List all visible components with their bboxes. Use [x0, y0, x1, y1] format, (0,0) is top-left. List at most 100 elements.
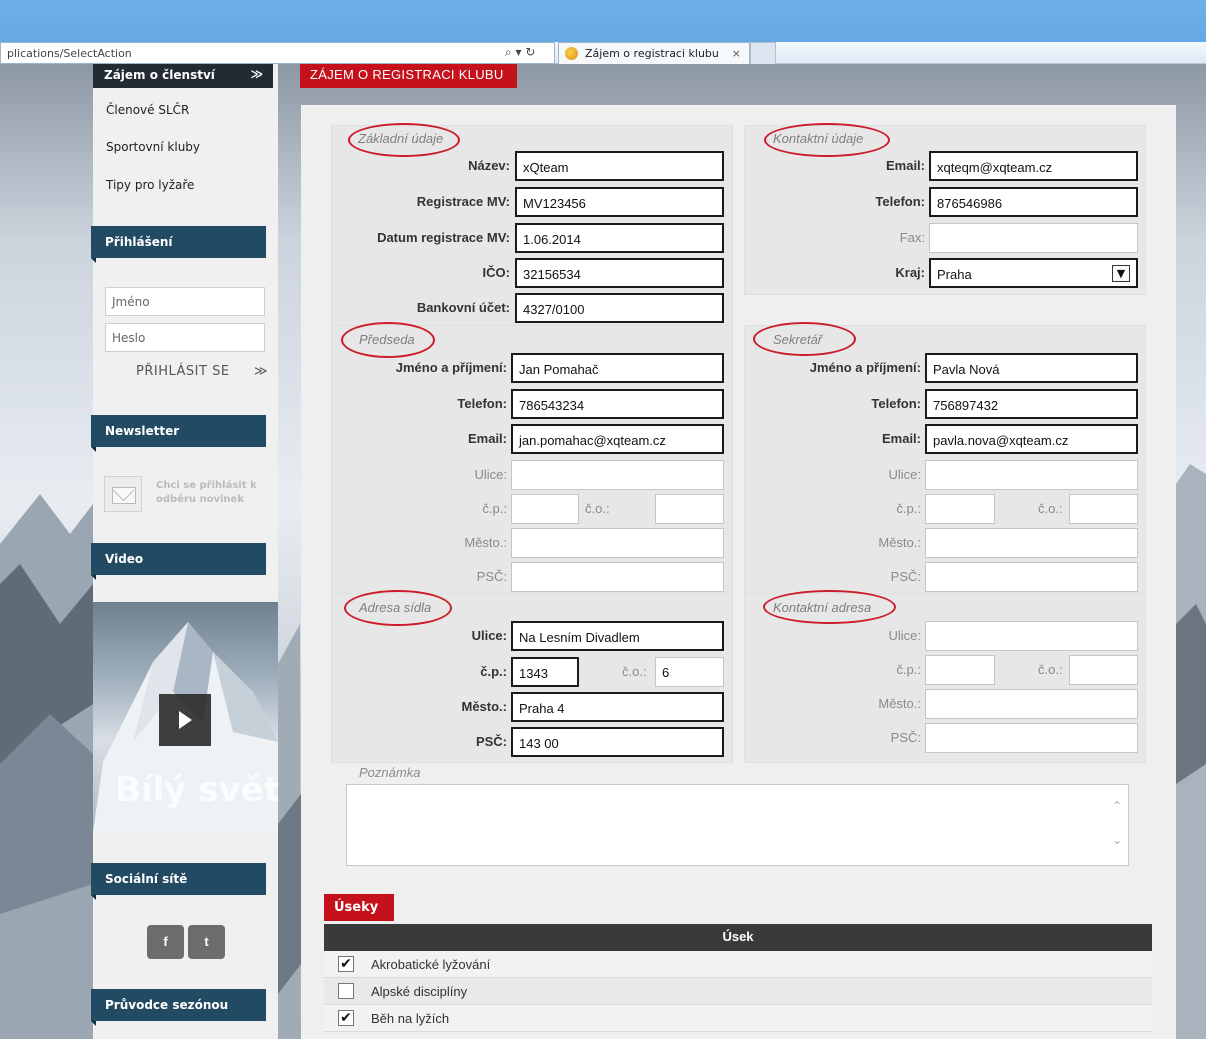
sidebar-link-tips[interactable]: Tipy pro lyžaře [106, 178, 194, 192]
video-heading: Video [91, 543, 266, 580]
table-row[interactable]: ✔ Běh na lyžích [324, 1005, 1152, 1032]
ca-zip-input[interactable] [925, 723, 1138, 753]
section-label: Alpské disciplíny [371, 984, 468, 999]
login-button-label: PŘIHLÁSIT SE [136, 364, 230, 379]
double-chevron-right-icon: ≫ [254, 364, 269, 379]
scroll-up-icon[interactable]: ⌃ [1112, 799, 1122, 813]
section-checkbox[interactable]: ✔ [338, 956, 354, 972]
annotation-ring [763, 590, 896, 624]
login-button[interactable]: PŘIHLÁSIT SE ≫ [136, 364, 268, 379]
envelope-icon [104, 476, 142, 512]
ico-input[interactable]: 32156534 [515, 258, 724, 288]
chairman-city-label: Město.: [464, 535, 507, 550]
secretary-phone-input[interactable]: 756897432 [925, 389, 1138, 419]
hq-street-label: Ulice: [471, 628, 507, 643]
hq-co-input[interactable]: 6 [655, 657, 724, 687]
secretary-zip-input[interactable] [925, 562, 1138, 592]
secretary-co-input[interactable] [1069, 494, 1138, 524]
secretary-cp-label: č.p.: [896, 501, 921, 516]
ie-favicon-icon [565, 47, 578, 60]
close-tab-icon[interactable]: × [732, 47, 741, 60]
chairman-cp-label: č.p.: [482, 501, 507, 516]
ca-street-input[interactable] [925, 621, 1138, 651]
secretary-email-input[interactable]: pavla.nova@xqteam.cz [925, 424, 1138, 454]
section-checkbox[interactable] [338, 983, 354, 999]
fax-label: Fax: [899, 230, 925, 245]
email-label: Email: [885, 158, 925, 173]
hq-city-input[interactable]: Praha 4 [511, 692, 724, 722]
chairman-name-input[interactable]: Jan Pomahač [511, 353, 724, 383]
facebook-icon[interactable]: f [147, 925, 184, 959]
annotation-ring [753, 322, 856, 356]
contact-email-input[interactable]: xqteqm@xqteam.cz [929, 151, 1138, 181]
browser-title-strip [0, 0, 1206, 42]
table-row[interactable]: ✔ Akrobatické lyžování [324, 951, 1152, 978]
hq-cp-label: č.p.: [480, 664, 507, 679]
secretary-co-label: č.o.: [1038, 501, 1063, 516]
ca-city-input[interactable] [925, 689, 1138, 719]
username-input[interactable]: Jméno [105, 287, 265, 316]
chairman-phone-input[interactable]: 786543234 [511, 389, 724, 419]
secretary-cp-input[interactable] [925, 494, 995, 524]
search-refresh-icon[interactable]: ⌕ ▾ ↻ [505, 45, 535, 60]
chairman-cp-input[interactable] [511, 494, 579, 524]
section-label: Akrobatické lyžování [371, 957, 491, 972]
annotation-ring [348, 123, 460, 157]
hq-cp-input[interactable]: 1343 [511, 657, 579, 687]
ca-street-label: Ulice: [888, 628, 921, 643]
bank-account-input[interactable]: 4327/0100 [515, 293, 724, 323]
browser-tab[interactable]: Zájem o registraci klubu × [558, 42, 750, 64]
scroll-down-icon[interactable]: ⌄ [1112, 833, 1122, 847]
chairman-co-input[interactable] [655, 494, 724, 524]
chairman-zip-label: PSČ: [476, 569, 507, 584]
sections-tab[interactable]: Úseky [324, 894, 394, 921]
chairman-email-input[interactable]: jan.pomahac@xqteam.cz [511, 424, 724, 454]
table-row[interactable]: Alpské disciplíny [324, 978, 1152, 1005]
chairman-email-label: Email: [467, 431, 507, 446]
chairman-street-input[interactable] [511, 460, 724, 490]
chairman-zip-input[interactable] [511, 562, 724, 592]
password-input[interactable]: Heslo [105, 323, 265, 352]
hq-zip-input[interactable]: 143 00 [511, 727, 724, 757]
ca-cp-input[interactable] [925, 655, 995, 685]
section-checkbox[interactable]: ✔ [338, 1010, 354, 1026]
newsletter-subscribe[interactable]: Chci se přihlásit k odběru novinek [104, 474, 264, 514]
note-textarea[interactable]: ⌃ ⌄ [346, 784, 1129, 866]
social-heading: Sociální sítě [91, 863, 266, 900]
chevron-down-icon[interactable]: ▼ [1112, 265, 1130, 282]
contact-phone-input[interactable]: 876546986 [929, 187, 1138, 217]
sidebar-heading-membership[interactable]: Zájem o členství ≫ [93, 64, 273, 88]
new-tab-button[interactable] [750, 42, 776, 64]
annotation-ring [341, 322, 435, 358]
secretary-street-input[interactable] [925, 460, 1138, 490]
ca-co-input[interactable] [1069, 655, 1138, 685]
sections-column-header: Úsek [324, 924, 1152, 951]
video-thumbnail[interactable]: Bílý svět [93, 602, 278, 832]
registration-input[interactable]: MV123456 [515, 187, 724, 217]
chairman-city-input[interactable] [511, 528, 724, 558]
region-select[interactable]: Praha ▼ [929, 258, 1138, 288]
hq-zip-label: PSČ: [475, 734, 507, 749]
secretary-name-label: Jméno a příjmení: [809, 360, 921, 375]
play-icon[interactable] [159, 694, 211, 746]
chevron-down-icon[interactable]: ≫ [250, 67, 263, 81]
section-label: Běh na lyžích [371, 1011, 450, 1026]
fax-input[interactable] [929, 223, 1138, 253]
sidebar-link-clubs[interactable]: Sportovní kluby [106, 140, 200, 154]
sidebar-link-members[interactable]: Členové SLČR [106, 103, 189, 117]
chairman-co-label: č.o.: [585, 501, 610, 516]
newsletter-heading: Newsletter [91, 415, 266, 452]
browser-tab-title: Zájem o registraci klubu [585, 47, 719, 60]
address-bar[interactable]: plications/SelectAction [0, 42, 555, 64]
secretary-phone-label: Telefon: [871, 396, 921, 411]
secretary-name-input[interactable]: Pavla Nová [925, 353, 1138, 383]
phone-label: Telefon: [875, 194, 925, 209]
reg-label: Registrace MV: [416, 194, 510, 209]
secretary-city-input[interactable] [925, 528, 1138, 558]
chairman-name-label: Jméno a příjmení: [395, 360, 507, 375]
club-name-input[interactable]: xQteam [515, 151, 724, 181]
region-select-value: Praha [937, 267, 972, 282]
registration-date-input[interactable]: 1.06.2014 [515, 223, 724, 253]
hq-street-input[interactable]: Na Lesním Divadlem [511, 621, 724, 651]
twitter-icon[interactable]: t [188, 925, 225, 959]
